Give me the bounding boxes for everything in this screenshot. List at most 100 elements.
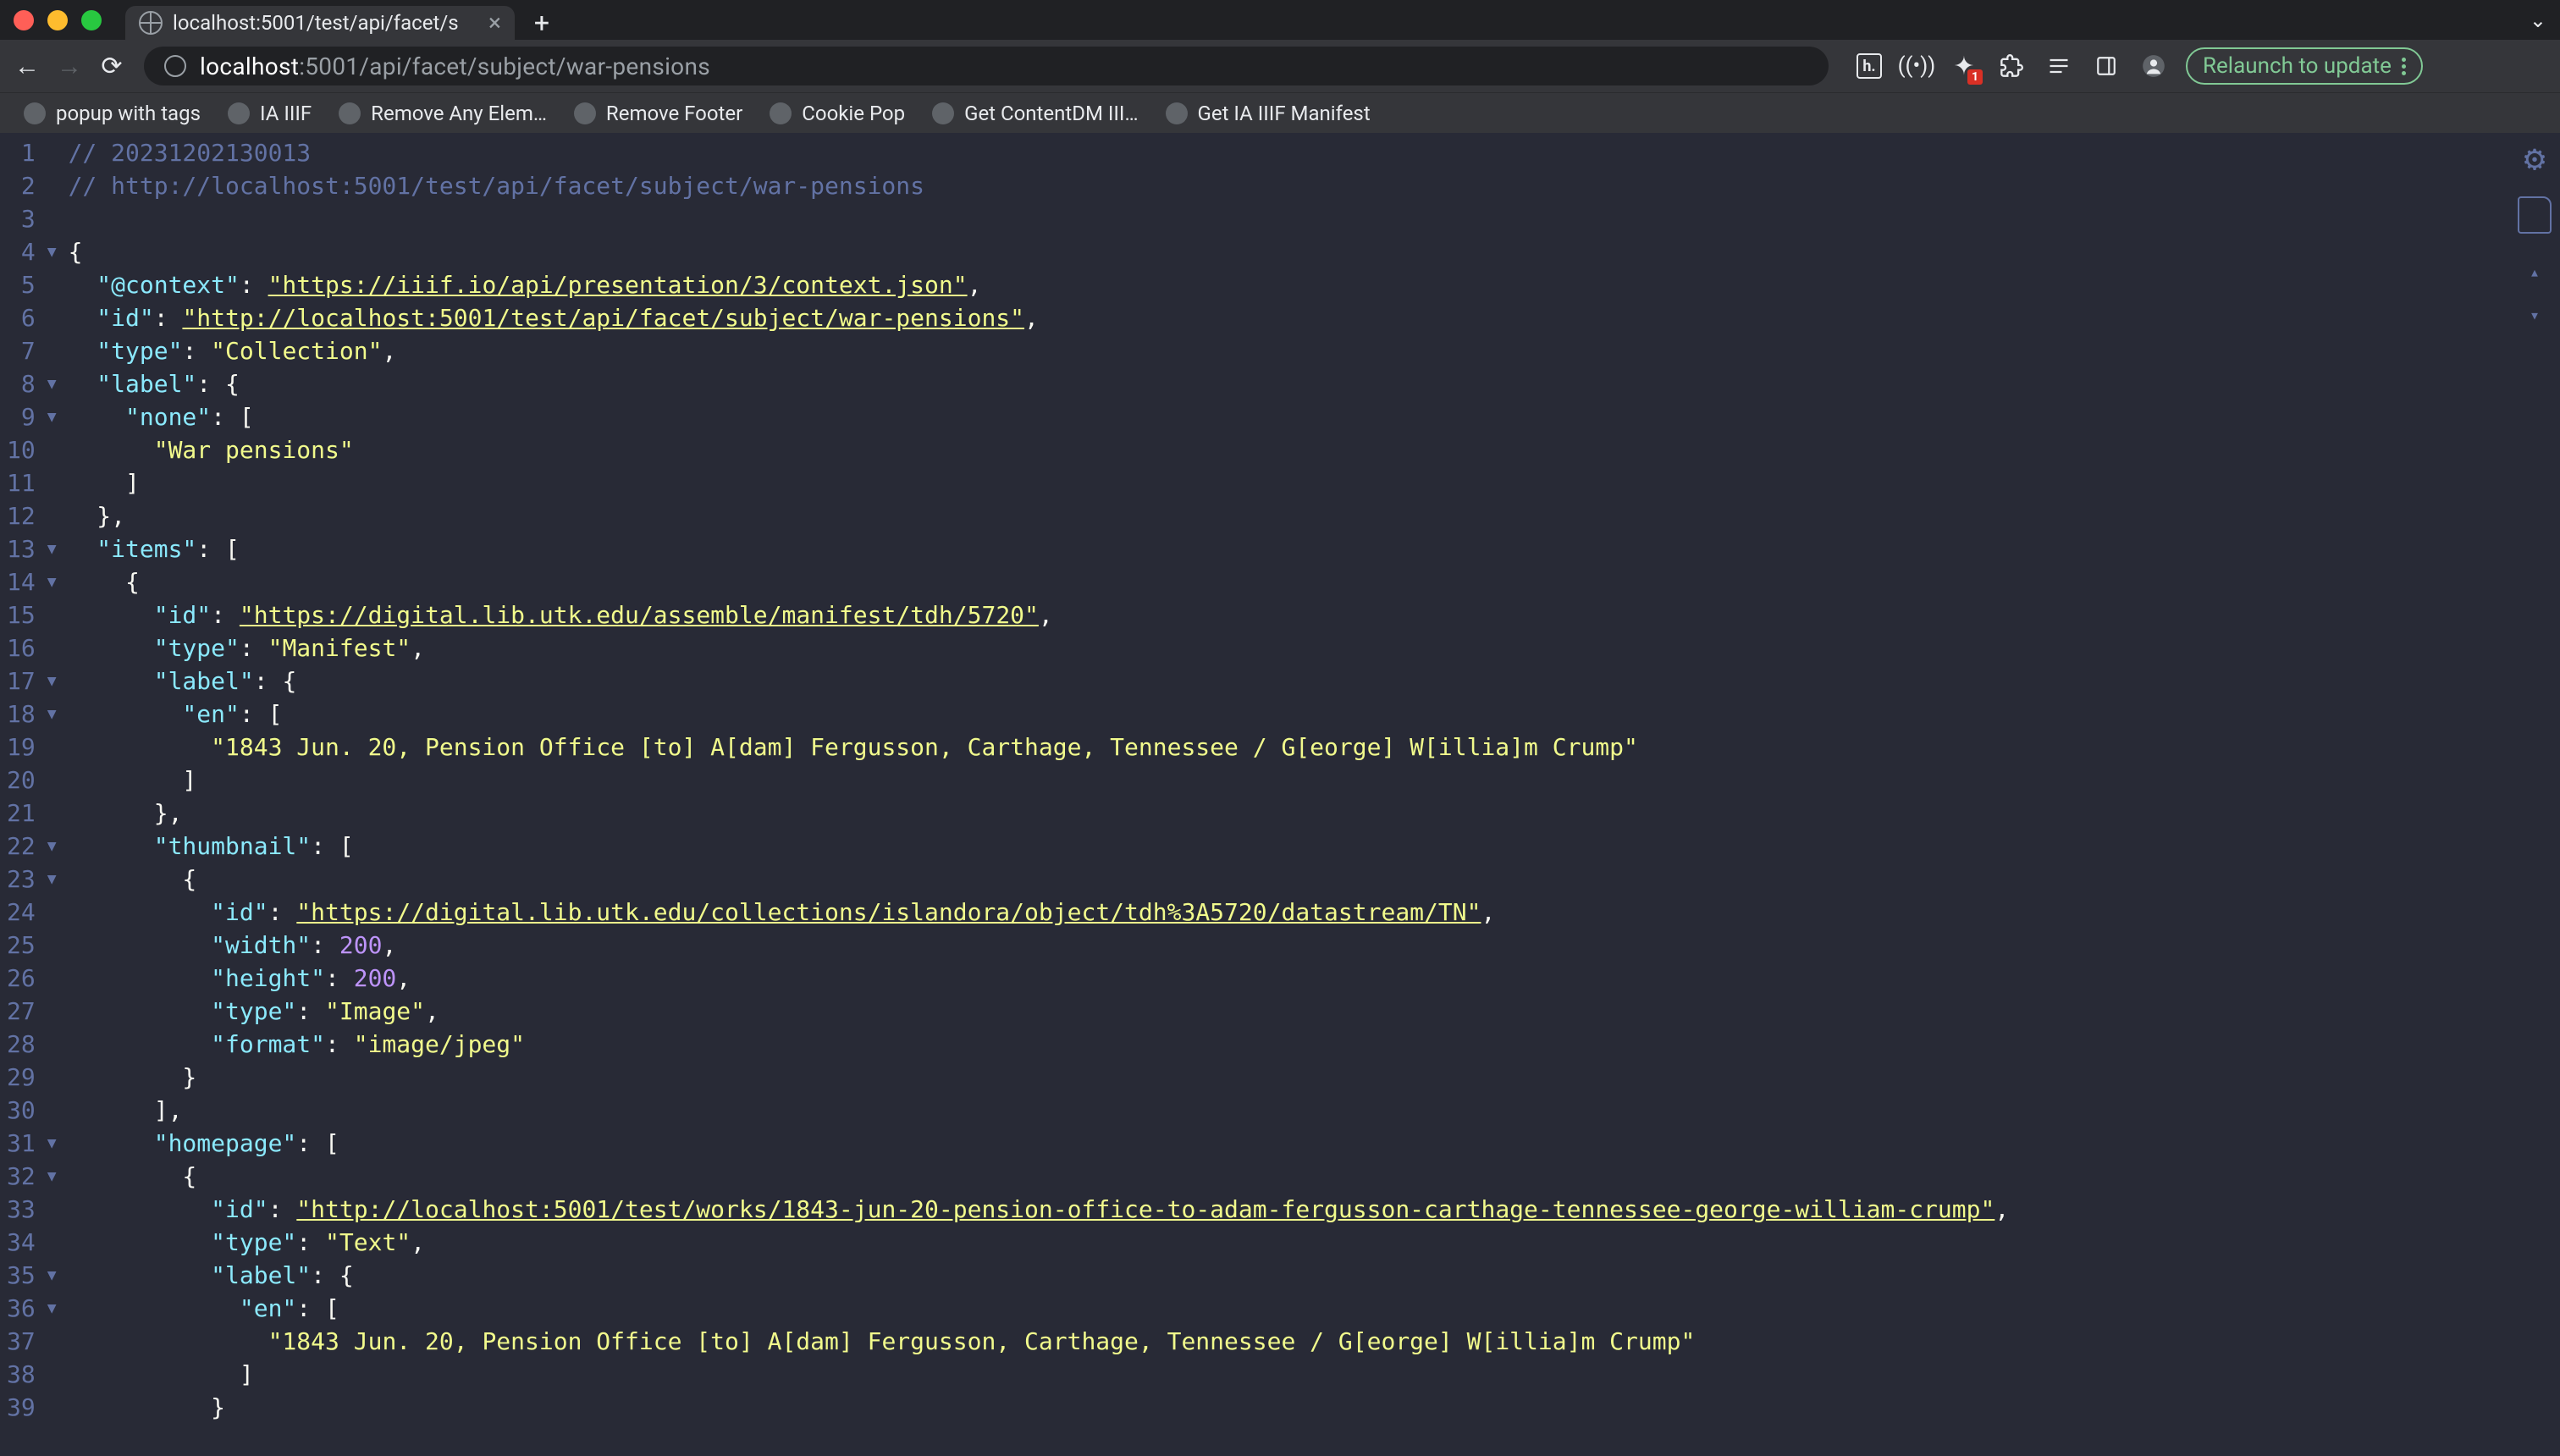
fold-toggle-icon[interactable]: ▼ — [47, 863, 57, 896]
fold-spacer — [47, 499, 57, 532]
code-line: { — [69, 863, 2560, 896]
code-line: "type": "Image", — [69, 995, 2560, 1028]
bookmark-icon — [24, 102, 46, 124]
code-line: "items": [ — [69, 532, 2560, 565]
fold-toggle-icon[interactable]: ▼ — [47, 400, 57, 433]
forward-button[interactable]: → — [52, 49, 86, 83]
window-controls — [14, 10, 102, 30]
fold-spacer — [47, 202, 57, 235]
bookmark-item[interactable]: Remove Any Elem… — [328, 97, 557, 130]
fold-spacer — [47, 268, 57, 301]
relaunch-to-update-button[interactable]: Relaunch to update — [2186, 47, 2423, 85]
line-number: 31 — [7, 1127, 36, 1160]
line-number: 3 — [7, 202, 36, 235]
fold-spacer — [47, 1028, 57, 1061]
fold-toggle-icon[interactable]: ▼ — [47, 235, 57, 268]
globe-icon — [139, 11, 163, 35]
line-number: 6 — [7, 301, 36, 334]
fold-spacer — [47, 764, 57, 797]
code-line: { — [69, 1160, 2560, 1193]
raw-view-icon[interactable] — [2518, 196, 2552, 234]
line-number: 28 — [7, 1028, 36, 1061]
code-line: "id": "http://localhost:5001/test/works/… — [69, 1193, 2560, 1226]
live-reload-extension-icon[interactable]: ((•)) — [1901, 51, 1932, 81]
code-line: "1843 Jun. 20, Pension Office [to] A[dam… — [69, 1325, 2560, 1358]
line-number: 20 — [7, 764, 36, 797]
code-line: // http://localhost:5001/test/api/facet/… — [69, 169, 2560, 202]
minimize-window-button[interactable] — [47, 10, 68, 30]
site-info-icon[interactable] — [164, 55, 186, 77]
line-number: 9 — [7, 400, 36, 433]
profile-icon[interactable] — [2138, 51, 2169, 81]
fold-spacer — [47, 1193, 57, 1226]
extensions-menu-icon[interactable] — [1996, 51, 2027, 81]
fold-spacer — [47, 433, 57, 466]
fold-toggle-icon[interactable]: ▼ — [47, 1160, 57, 1193]
line-number: 32 — [7, 1160, 36, 1193]
bookmark-item[interactable]: popup with tags — [14, 97, 211, 130]
code-line: "type": "Manifest", — [69, 631, 2560, 665]
fold-spacer — [47, 598, 57, 631]
fold-spacer — [47, 301, 57, 334]
browser-tab-active[interactable]: localhost:5001/test/api/facet/s × — [125, 6, 515, 40]
reload-button[interactable]: ⟳ — [95, 49, 129, 83]
code-content[interactable]: // 20231202130013// http://localhost:500… — [69, 133, 2560, 1456]
code-line: "id": "http://localhost:5001/test/api/fa… — [69, 301, 2560, 334]
bookmark-item[interactable]: Get IA IIIF Manifest — [1156, 97, 1381, 130]
line-number: 15 — [7, 598, 36, 631]
line-number: 23 — [7, 863, 36, 896]
fold-toggle-icon[interactable]: ▼ — [47, 565, 57, 598]
json-viewer: 1234567891011121314151617181920212223242… — [0, 133, 2560, 1456]
line-number: 14 — [7, 565, 36, 598]
line-number: 5 — [7, 268, 36, 301]
maximize-window-button[interactable] — [81, 10, 102, 30]
line-number: 17 — [7, 665, 36, 698]
tab-search-button[interactable]: ⌄ — [2530, 8, 2546, 32]
code-line: "en": [ — [69, 1292, 2560, 1325]
bookmark-item[interactable]: Cookie Pop — [759, 97, 915, 130]
fold-toggle-icon[interactable]: ▼ — [47, 665, 57, 698]
reading-list-icon[interactable] — [2044, 51, 2074, 81]
fold-toggle-icon[interactable]: ▼ — [47, 367, 57, 400]
code-line: ] — [69, 764, 2560, 797]
side-panel-icon[interactable] — [2091, 51, 2121, 81]
code-line: "en": [ — [69, 698, 2560, 731]
fold-toggle-icon[interactable]: ▼ — [47, 698, 57, 731]
fold-spacer — [47, 995, 57, 1028]
hypothesis-extension-icon[interactable]: h. — [1854, 51, 1884, 81]
fold-spacer — [47, 731, 57, 764]
fold-toggle-icon[interactable]: ▼ — [47, 532, 57, 565]
new-tab-button[interactable]: + — [525, 6, 559, 40]
line-number: 22 — [7, 830, 36, 863]
fold-column: ▼▼▼▼▼▼▼▼▼▼▼▼▼ — [46, 133, 69, 1456]
code-line: "label": { — [69, 1259, 2560, 1292]
bookmark-item[interactable]: Remove Footer — [564, 97, 753, 130]
close-tab-button[interactable]: × — [488, 11, 501, 35]
bookmark-item[interactable]: IA IIIF — [218, 97, 322, 130]
back-button[interactable]: ← — [10, 49, 44, 83]
extension-icons: h. ((•)) ✦ 1 — [1854, 51, 2169, 81]
code-line: "type": "Collection", — [69, 334, 2560, 367]
line-number: 27 — [7, 995, 36, 1028]
fold-spacer — [47, 896, 57, 929]
fold-toggle-icon[interactable]: ▼ — [47, 1259, 57, 1292]
line-number: 12 — [7, 499, 36, 532]
collapse-all-icon[interactable]: ▴ — [2530, 256, 2540, 289]
fold-toggle-icon[interactable]: ▼ — [47, 1292, 57, 1325]
expand-all-icon[interactable]: ▾ — [2530, 299, 2540, 332]
address-bar[interactable]: localhost:5001/api/facet/subject/war-pen… — [144, 47, 1829, 85]
extension-badge: 1 — [1967, 69, 1983, 85]
code-line: ], — [69, 1094, 2560, 1127]
line-number: 10 — [7, 433, 36, 466]
line-number: 24 — [7, 896, 36, 929]
fold-toggle-icon[interactable]: ▼ — [47, 1127, 57, 1160]
bookmark-icon — [228, 102, 250, 124]
settings-gear-icon[interactable]: ⚙ — [2524, 141, 2545, 174]
line-number: 7 — [7, 334, 36, 367]
close-window-button[interactable] — [14, 10, 34, 30]
fold-toggle-icon[interactable]: ▼ — [47, 830, 57, 863]
extension-with-badge-icon[interactable]: ✦ 1 — [1949, 51, 1979, 81]
fold-spacer — [47, 1226, 57, 1259]
bookmark-item[interactable]: Get ContentDM III… — [922, 97, 1148, 130]
line-number: 34 — [7, 1226, 36, 1259]
